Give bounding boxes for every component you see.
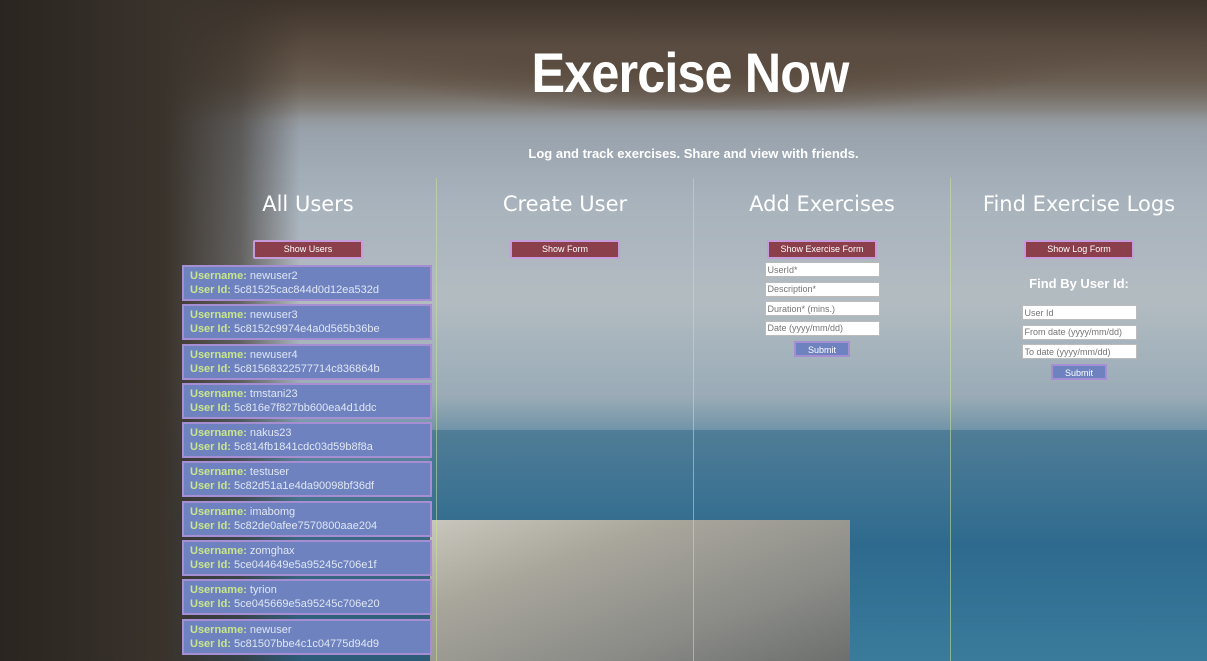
userid-value: 5c81525cac844d0d12ea532d [234,284,380,296]
username-label: Username: [190,270,247,282]
add-exercises-column: Add Exercises Show Exercise Form Submit [694,178,951,661]
username-label: Username: [190,545,247,558]
add-exercises-title: Add Exercises [749,192,895,216]
username-value: newuser4 [249,348,298,361]
username-value: newuser3 [249,309,298,322]
userid-line: User Id: 5c8152c9974e4a0d565b36be [190,322,424,336]
user-card: Username: newuser User Id: 5c81507bbe4c1c… [182,618,432,655]
show-form-button[interactable]: Show Form [510,240,620,259]
userid-value: 5c81568322577714c836864b [234,362,380,375]
userid-line: User Id: 5c82d51a1e4da90098bf36df [190,479,424,493]
username-value: tyrion [249,584,277,597]
userid-line: User Id: 5c816e7f827bb600ea4d1ddc [190,401,424,415]
username-value: testuser [249,466,290,479]
find-logs-form: Find By User Id: Submit [951,262,1207,380]
user-card: Username: testuser User Id: 5c82d51a1e4da… [182,461,432,498]
userid-value: 5c8152c9974e4a0d565b36be [234,323,380,336]
username-line: Username: imabomg [190,505,424,519]
all-users-title: All Users [262,192,354,216]
userid-line: User Id: 5c82de0afee7570800aae204 [190,519,424,533]
userid-label: User Id: [190,480,231,493]
user-card: Username: newuser3 User Id: 5c8152c9974e4… [182,304,432,341]
username-line: Username: testuser [190,465,424,479]
userid-line: User Id: 5ce045669e5a95245c706e20 [190,597,424,611]
username-value: newuser2 [249,270,298,282]
userid-line: User Id: 5c81507bbe4c1c04775d94d9 [190,637,424,651]
username-value: tmstani23 [249,387,298,400]
userid-line: User Id: 5c81525cac844d0d12ea532d [190,283,424,297]
add-exercise-form: Submit [694,262,950,357]
username-line: Username: newuser [190,623,424,637]
username-value: zomghax [249,545,295,558]
username-line: Username: newuser3 [190,308,424,322]
show-users-button[interactable]: Show Users [253,240,363,259]
find-logs-column: Find Exercise Logs Show Log Form Find By… [951,178,1207,661]
find-logs-title: Find Exercise Logs [982,192,1176,216]
user-card: Username: tmstani23 User Id: 5c816e7f827b… [182,382,432,419]
username-line: Username: nakus23 [190,426,424,440]
userid-value: 5c82de0afee7570800aae204 [234,519,378,532]
userid-label: User Id: [190,559,231,572]
user-card: Username: newuser4 User Id: 5c81568322577… [182,343,432,380]
userid-value: 5c82d51a1e4da90098bf36df [234,480,375,493]
userid-label: User Id: [190,441,231,454]
username-line: Username: tmstani23 [190,387,424,401]
all-users-column: All Users Show Users Username: newuser2 U… [180,178,437,661]
userid-label: User Id: [190,637,231,650]
userid-value: 5ce044649e5a95245c706e1f [234,559,377,572]
username-label: Username: [190,505,247,518]
username-label: Username: [190,348,247,361]
userid-label: User Id: [190,323,231,336]
userid-label: User Id: [190,598,231,611]
username-label: Username: [190,623,247,636]
show-log-form-button[interactable]: Show Log Form [1024,240,1134,259]
page-subtitle: Log and track exercises. Share and view … [528,146,859,161]
exercise-submit-button[interactable]: Submit [794,340,850,357]
username-label: Username: [190,427,247,440]
username-line: Username: newuser4 [190,348,424,362]
user-card: Username: newuser2 User Id: 5c81525cac844… [182,265,432,301]
exercise-userid-input[interactable] [764,262,880,277]
exercise-duration-input[interactable] [764,301,880,316]
username-value: imabomg [249,505,296,518]
user-list: Username: newuser2 User Id: 5c81525cac844… [182,265,432,658]
page-title: Exercise Now [531,41,850,104]
userid-value: 5c814fb1841cdc03d59b8f8a [234,441,373,454]
log-submit-button[interactable]: Submit [1051,364,1107,380]
username-label: Username: [190,466,247,479]
userid-value: 5c81507bbe4c1c04775d94d9 [234,637,380,650]
userid-line: User Id: 5c814fb1841cdc03d59b8f8a [190,440,424,454]
userid-label: User Id: [190,284,231,296]
userid-line: User Id: 5c81568322577714c836864b [190,362,424,376]
user-card: Username: tyrion User Id: 5ce045669e5a952… [182,579,432,616]
user-card: Username: imabomg User Id: 5c82de0afee757… [182,500,432,537]
log-to-date-input[interactable] [1021,344,1137,359]
show-exercise-form-button[interactable]: Show Exercise Form [767,240,877,259]
username-line: Username: newuser2 [190,269,424,283]
log-from-date-input[interactable] [1021,324,1137,340]
user-card: Username: zomghax User Id: 5ce044649e5a95… [182,540,432,577]
userid-label: User Id: [190,519,231,532]
username-value: nakus23 [249,427,292,440]
user-card: Username: nakus23 User Id: 5c814fb1841cdc… [182,422,432,459]
create-user-column: Create User Show Form [437,178,694,661]
username-label: Username: [190,387,247,400]
username-value: newuser [249,623,292,636]
exercise-description-input[interactable] [764,281,880,297]
log-userid-input[interactable] [1021,305,1137,320]
username-label: Username: [190,584,247,597]
username-line: Username: zomghax [190,544,424,558]
username-line: Username: tyrion [190,583,424,597]
userid-line: User Id: 5ce044649e5a95245c706e1f [190,558,424,572]
userid-value: 5ce045669e5a95245c706e20 [234,598,380,611]
userid-value: 5c816e7f827bb600ea4d1ddc [234,401,377,414]
userid-label: User Id: [190,401,231,414]
username-label: Username: [190,309,247,322]
find-by-userid-label: Find By User Id: [1029,276,1129,291]
create-user-title: Create User [502,192,628,216]
userid-label: User Id: [190,362,231,375]
exercise-date-input[interactable] [764,320,880,336]
